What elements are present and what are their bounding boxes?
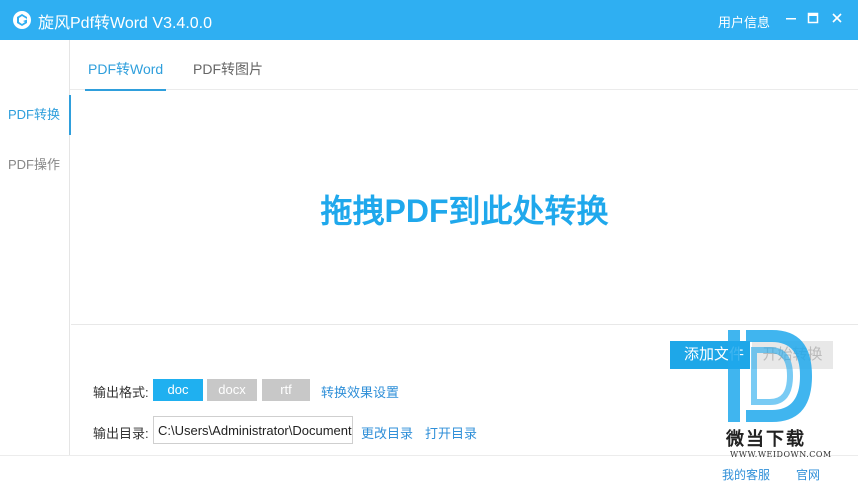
watermark-url: WWW.WEIDOWN.COM [730,450,832,459]
conversion-settings-link[interactable]: 转换效果设置 [321,382,399,401]
title-bar: 旋风Pdf转Word V3.4.0.0 用户信息 [0,0,858,40]
output-dir-input[interactable] [153,416,353,444]
minimize-icon[interactable] [782,9,800,27]
watermark-text: 微当下载 [726,429,806,449]
format-option-rtf[interactable]: rtf [262,379,310,401]
app-logo-icon [12,10,32,30]
sidebar: PDF转换 PDF操作 [0,40,71,455]
output-dir-label: 输出目录: [93,426,149,441]
sidebar-item-pdf-convert[interactable]: PDF转换 [0,95,71,135]
sidebar-item-pdf-operate[interactable]: PDF操作 [0,145,70,185]
change-dir-link[interactable]: 更改目录 [361,423,413,442]
drop-zone-text: 拖拽PDF到此处转换 [320,193,609,229]
tab-pdf-to-word[interactable]: PDF转Word [84,40,167,91]
output-format-label: 输出格式: [93,385,149,400]
tab-pdf-to-image[interactable]: PDF转图片 [193,40,263,90]
weidown-watermark-logo [728,330,812,422]
drop-zone[interactable]: 拖拽PDF到此处转换 [71,91,858,325]
open-dir-link[interactable]: 打开目录 [425,423,477,442]
format-option-doc[interactable]: doc [153,379,203,401]
format-option-docx[interactable]: docx [207,379,257,401]
tab-bar: PDF转Word PDF转图片 [70,40,858,91]
user-info-link[interactable]: 用户信息 [718,12,770,31]
close-icon[interactable] [828,9,846,27]
app-title: 旋风Pdf转Word V3.4.0.0 [38,15,213,32]
maximize-icon[interactable] [804,9,822,27]
